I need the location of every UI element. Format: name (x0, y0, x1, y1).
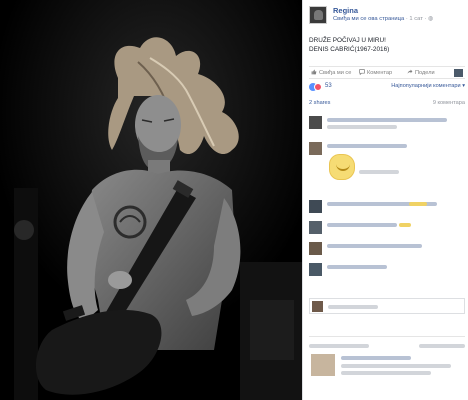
comment-item (309, 116, 465, 136)
divider (309, 336, 465, 337)
suggestion-blurred-title[interactable] (341, 356, 411, 360)
comment-blurred-text (327, 118, 447, 122)
post-time[interactable]: 1 сат (409, 16, 423, 22)
comment-placeholder-blurred (328, 305, 378, 309)
emoji-blurred (399, 223, 411, 227)
current-user-avatar (312, 301, 323, 312)
guitarist-photo (0, 0, 302, 400)
comment-blurred-text (327, 144, 407, 148)
comment-item (309, 263, 465, 279)
globe-icon: ◍ (428, 16, 434, 22)
post-meta: Свиђа ми се ова страница · 1 сат · ◍ (333, 16, 434, 22)
share-label: Подели (415, 70, 435, 76)
post-sidebar: Regina Свиђа ми се ова страница · 1 сат … (302, 0, 468, 400)
commenter-avatar[interactable] (309, 221, 322, 234)
comment-item (309, 142, 465, 190)
suggestion-item[interactable] (309, 352, 465, 382)
comment-blurred-text (359, 170, 399, 174)
share-as-avatar[interactable] (454, 69, 463, 77)
comments-count[interactable]: 9 коментара (433, 100, 465, 106)
comment-item (309, 200, 465, 216)
suggestion-blurred-text (341, 371, 431, 375)
comment-button[interactable]: Коментар (359, 69, 392, 76)
emoji-blurred (409, 202, 427, 206)
comment-item (309, 242, 465, 258)
page-avatar[interactable] (309, 6, 327, 24)
comment-item (309, 221, 465, 237)
post-text-line-1: DRUŽE POČIVAJ U MIRU! (309, 37, 386, 44)
comment-blurred-text (327, 244, 422, 248)
suggestions-link-blurred[interactable] (419, 344, 465, 348)
share-button[interactable]: Подели (407, 69, 435, 76)
commenter-avatar[interactable] (309, 116, 322, 129)
reactions-row: 53 Најпопуларнији коментари ▾ (309, 82, 465, 94)
like-label: Свиђа ми се (319, 70, 352, 76)
write-comment-field[interactable] (309, 298, 465, 314)
like-button[interactable]: Свиђа ми се (311, 69, 351, 76)
comment-blurred-text (327, 223, 397, 227)
commenter-avatar[interactable] (309, 200, 322, 213)
speech-bubble-icon (359, 69, 365, 75)
stats-row: 2 shares 9 коментара (309, 100, 465, 110)
reaction-count[interactable]: 53 (325, 83, 332, 89)
suggestions-header-blurred (309, 344, 369, 348)
commenter-avatar[interactable] (309, 263, 322, 276)
commenter-avatar[interactable] (309, 142, 322, 155)
post-actions-bar: Свиђа ми се Коментар Подели (309, 66, 465, 79)
post-text-line-2: DENIS CABRIĆ(1967-2016) (309, 46, 390, 53)
sticker-image (329, 154, 355, 180)
comment-sort-dropdown[interactable]: Најпопуларнији коментари ▾ (391, 83, 465, 89)
share-arrow-icon (407, 69, 413, 74)
shares-count[interactable]: 2 shares (309, 100, 330, 106)
thumbs-up-icon (311, 69, 317, 75)
love-reaction-icon[interactable] (314, 83, 322, 91)
page-name-link[interactable]: Regina (333, 6, 358, 15)
commenter-avatar[interactable] (309, 242, 322, 255)
suggestion-blurred-text (341, 364, 451, 368)
post-header: Regina Свиђа ми се ова страница · 1 сат … (309, 6, 465, 28)
like-page-link[interactable]: Свиђа ми се ова страница (333, 16, 404, 22)
suggestion-thumbnail[interactable] (311, 354, 335, 376)
post-photo[interactable] (0, 0, 302, 400)
comment-label: Коментар (367, 70, 393, 76)
comment-blurred-text (327, 265, 387, 269)
post-text: DRUŽE POČIVAJ U MIRU! DENIS CABRIĆ(1967-… (309, 36, 465, 54)
comment-blurred-text (327, 125, 397, 129)
